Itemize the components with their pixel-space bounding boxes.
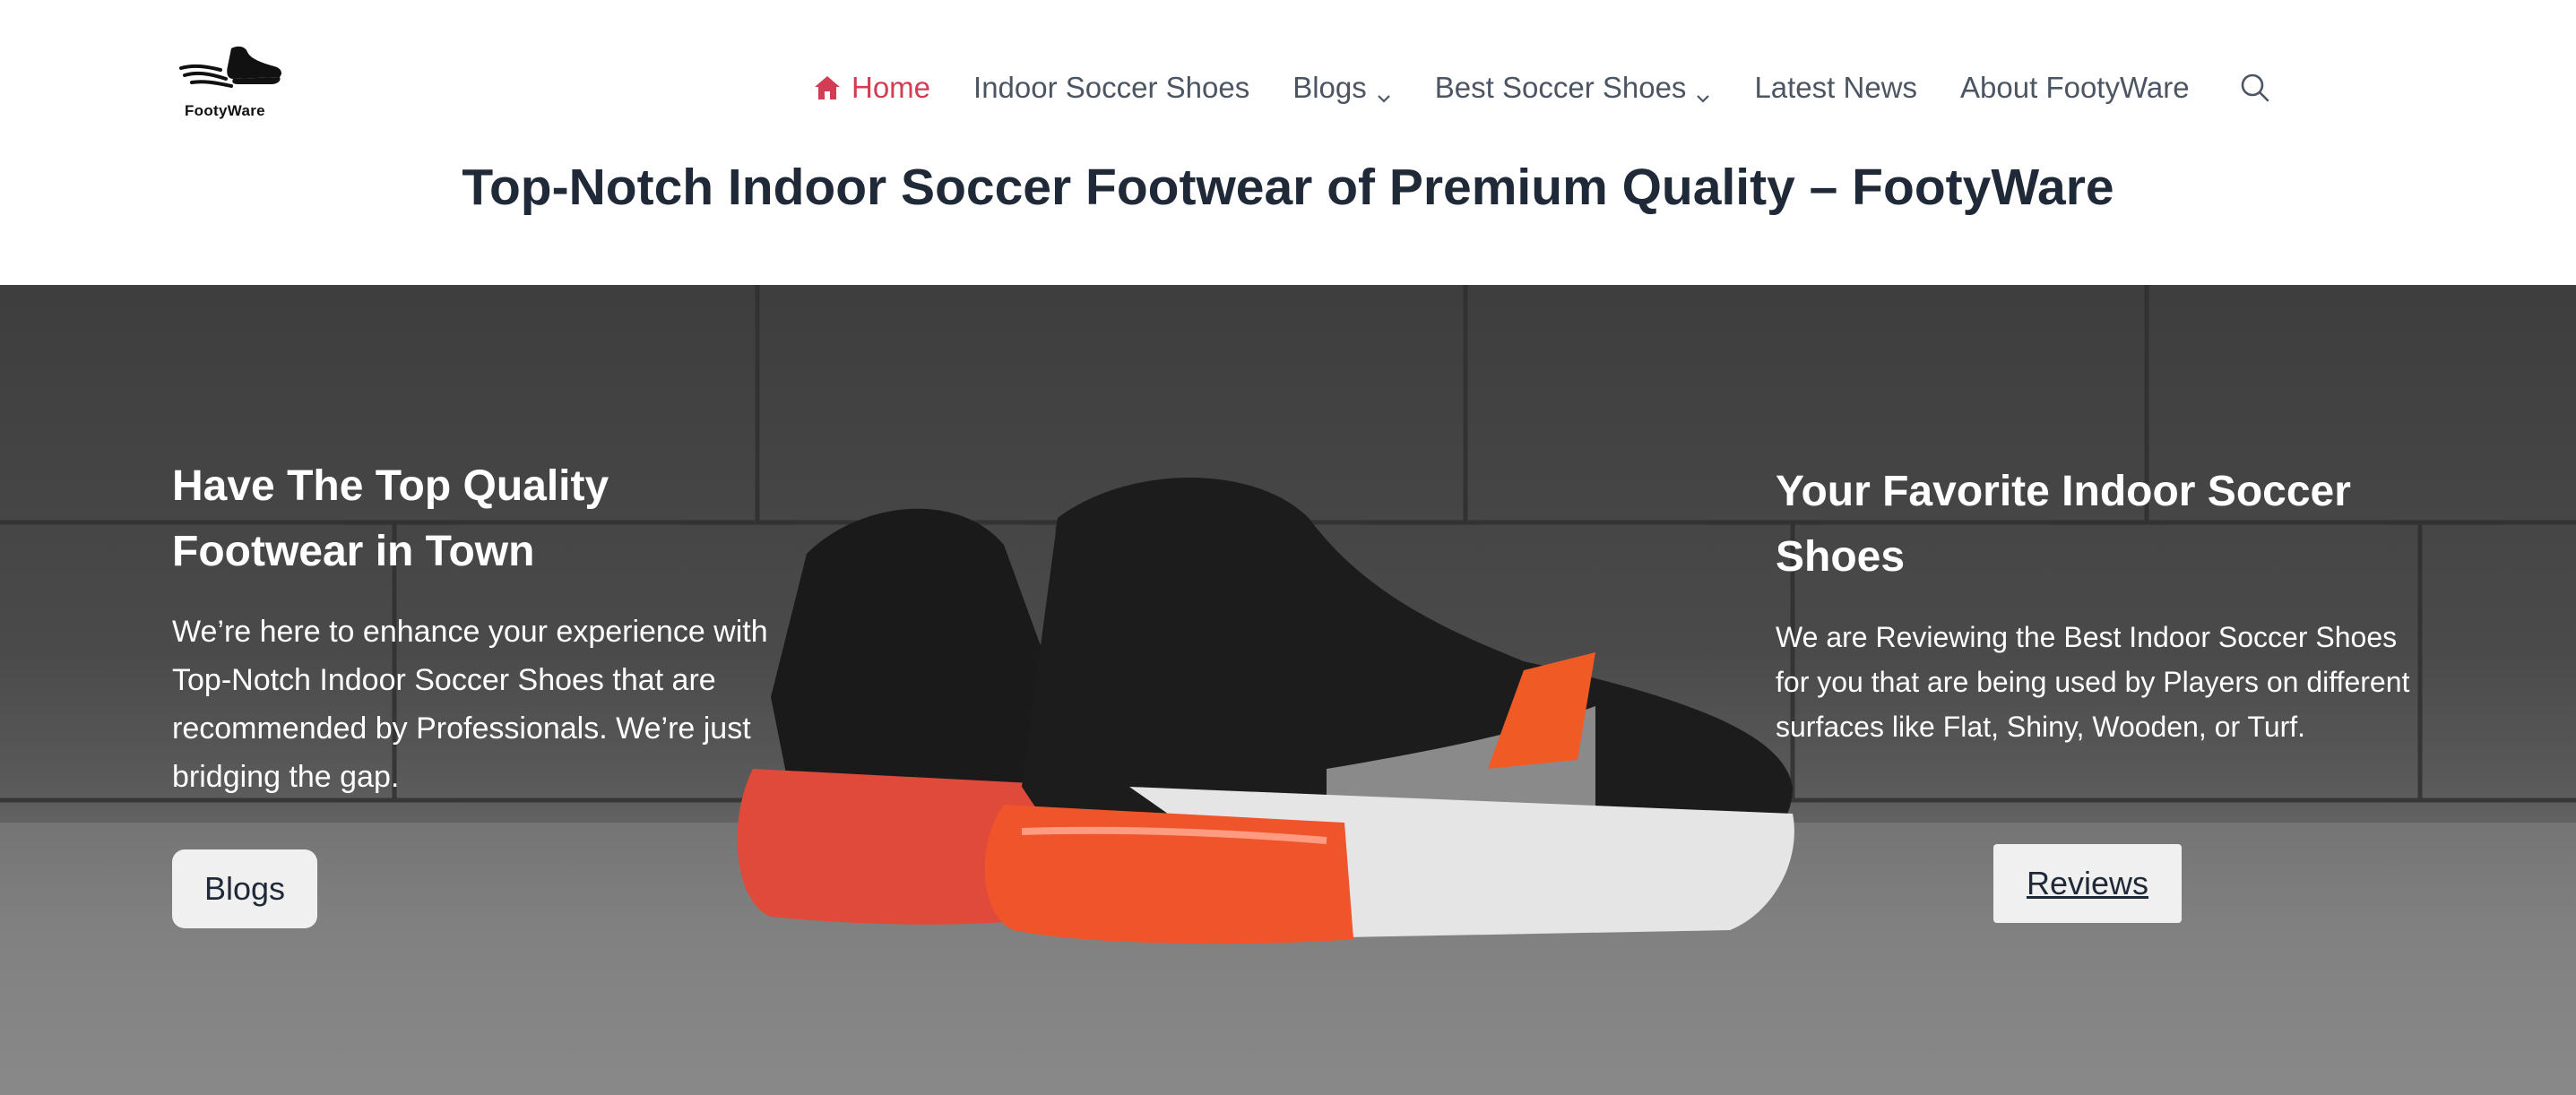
shoe-logo-icon xyxy=(179,46,281,88)
hero-left-column: Have The Top Quality Footwear in Town We… xyxy=(172,453,800,801)
nav-item-latest-news[interactable]: Latest News xyxy=(1754,71,1917,105)
logo-wordmark: FootyWare xyxy=(185,102,265,119)
nav-item-label: Home xyxy=(851,71,931,104)
chevron-down-icon xyxy=(1376,80,1392,103)
hero-left-heading: Have The Top Quality Footwear in Town xyxy=(172,462,609,575)
main-nav: Home Indoor Soccer Shoes Blogs Best Socc… xyxy=(814,65,2272,111)
page-title: Top-Notch Indoor Soccer Footwear of Prem… xyxy=(462,159,2114,216)
hero-right-column: Your Favorite Indoor Soccer Shoes We are… xyxy=(1776,459,2412,749)
site-header: FootyWare Home Indoor Soccer Shoes Blogs… xyxy=(0,0,2576,285)
blogs-button[interactable]: Blogs xyxy=(172,849,317,928)
nav-item-label: About FootyWare xyxy=(1960,71,2190,104)
nav-item-label: Latest News xyxy=(1754,71,1918,104)
nav-item-indoor-soccer-shoes[interactable]: Indoor Soccer Shoes xyxy=(973,71,1249,105)
hero-left-text: We’re here to enhance your experience wi… xyxy=(172,615,768,794)
chevron-down-icon xyxy=(1695,80,1711,103)
site-logo[interactable]: FootyWare xyxy=(176,43,287,122)
hero-right-heading: Your Favorite Indoor Soccer Shoes xyxy=(1776,468,2351,581)
nav-item-blogs[interactable]: Blogs xyxy=(1292,71,1392,105)
nav-item-label: Blogs xyxy=(1292,71,1367,104)
search-icon[interactable] xyxy=(2238,71,2272,105)
reviews-button[interactable]: Reviews xyxy=(1993,844,2182,923)
nav-item-home[interactable]: Home xyxy=(814,71,930,105)
hero-right-text: We are Reviewing the Best Indoor Soccer … xyxy=(1776,621,2410,743)
home-icon xyxy=(814,74,841,101)
nav-item-label: Best Soccer Shoes xyxy=(1434,71,1687,104)
nav-item-best-soccer-shoes[interactable]: Best Soccer Shoes xyxy=(1435,71,1712,105)
hero-banner: Have The Top Quality Footwear in Town We… xyxy=(0,285,2576,1095)
nav-item-label: Indoor Soccer Shoes xyxy=(973,71,1250,104)
nav-item-about-footyware[interactable]: About FootyWare xyxy=(1960,71,2190,105)
